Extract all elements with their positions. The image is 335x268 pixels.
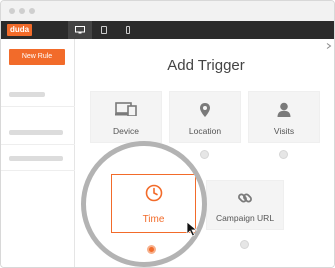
browser-window: duda New Rule Add Trigger Device Locatio… [0,0,335,268]
window-dot [19,8,25,14]
chevron-right-icon[interactable] [326,43,332,49]
rules-sidebar: New Rule [1,39,75,267]
window-dot [9,8,15,14]
page-title: Add Trigger [167,57,245,74]
mobile-view-button[interactable] [116,21,140,39]
placeholder-bar [9,156,63,161]
magnifier-lens: Time [81,141,207,267]
desktop-icon [75,26,85,34]
trigger-card-time[interactable]: Time [111,174,196,233]
trigger-radio-location[interactable] [200,150,209,159]
trigger-radio-time[interactable] [147,245,156,254]
user-icon [277,102,291,122]
trigger-label: Device [113,126,139,136]
clock-icon [145,184,163,207]
trigger-card-visits[interactable]: Visits [248,91,320,143]
trigger-card-device[interactable]: Device [90,91,162,143]
location-pin-icon [199,102,211,123]
sidebar-rule-item[interactable] [1,119,75,145]
window-dot [29,8,35,14]
placeholder-bar [9,130,63,135]
trigger-card-campaign-url[interactable]: Campaign URL [206,180,284,230]
editor-toolbar: duda [1,21,334,39]
trigger-radio-campaign-url[interactable] [240,240,249,249]
trigger-label: Campaign URL [215,213,275,223]
tablet-icon [101,26,107,34]
trigger-label: Time [142,214,165,225]
trigger-label: Visits [273,126,295,136]
new-rule-button[interactable]: New Rule [9,49,65,65]
devices-icon [115,102,137,121]
link-icon [237,190,253,211]
placeholder-bar [9,92,45,97]
sidebar-rule-item[interactable] [1,145,75,171]
trigger-label: Location [188,126,222,136]
window-titlebar [1,1,334,21]
trigger-card-location[interactable]: Location [169,91,241,143]
desktop-view-button[interactable] [68,21,92,39]
mouse-cursor-icon [186,221,198,237]
mobile-icon [126,26,130,34]
trigger-radio-visits[interactable] [279,150,288,159]
sidebar-rule-item[interactable] [1,81,75,107]
tablet-view-button[interactable] [92,21,116,39]
duda-logo: duda [7,24,33,36]
